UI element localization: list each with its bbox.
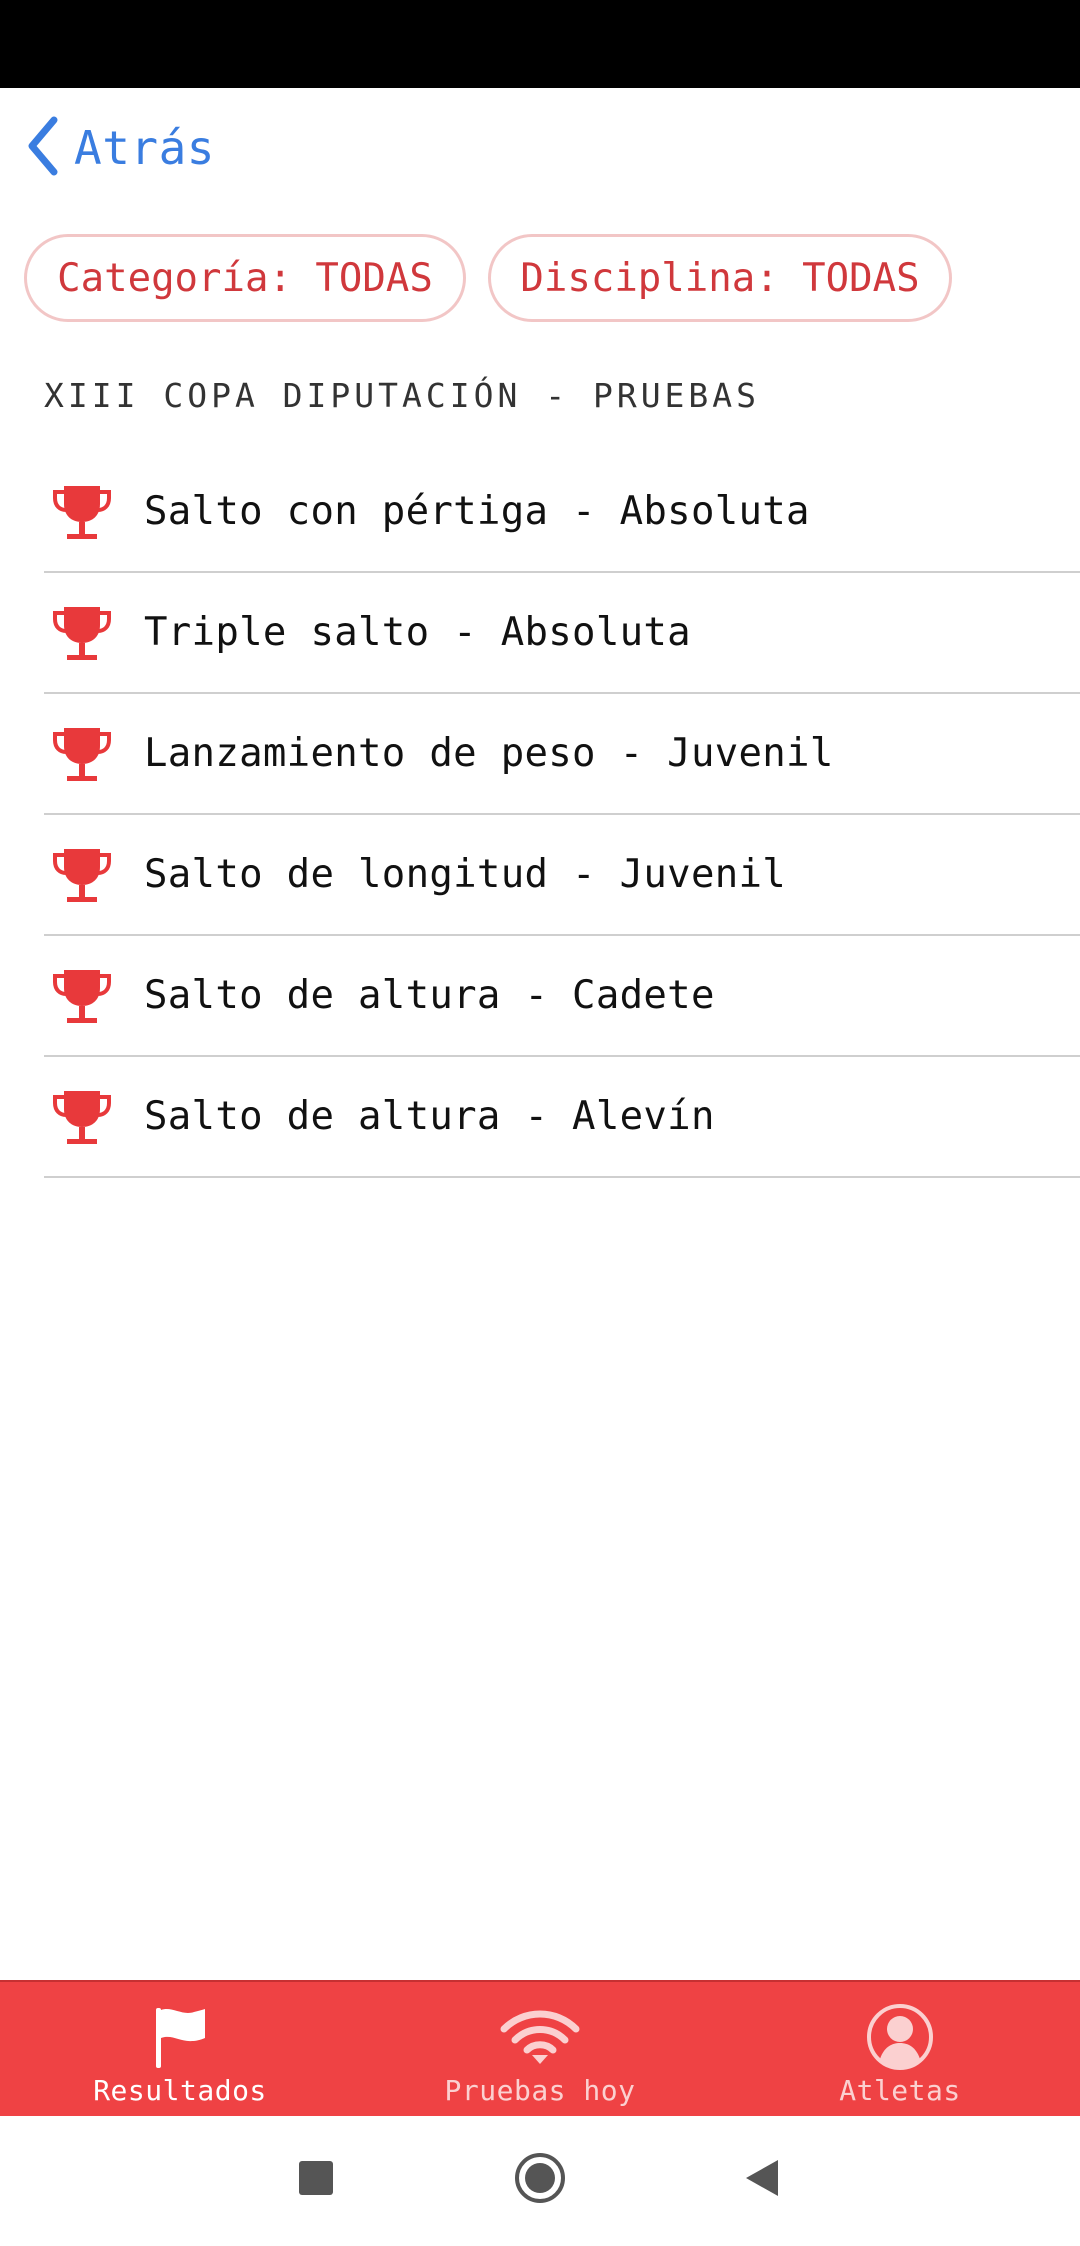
flag-icon <box>140 2002 220 2072</box>
tab-pruebas-hoy[interactable]: Pruebas hoy <box>420 1982 660 2118</box>
home-button[interactable] <box>508 2148 572 2212</box>
event-item-salto-altura-alevin[interactable]: Salto de altura - Alevín <box>44 1057 1080 1178</box>
square-icon <box>299 2161 333 2199</box>
trophy-icon <box>50 480 114 544</box>
user-icon <box>860 2002 940 2072</box>
section-title: XIII COPA DIPUTACIÓN - PRUEBAS <box>44 376 761 415</box>
bottom-tab-bar: Resultados Pruebas hoy Atletas <box>0 1980 1080 2116</box>
system-back-button[interactable] <box>730 2148 794 2212</box>
trophy-icon <box>50 843 114 907</box>
tab-label: Atletas <box>839 2074 961 2107</box>
event-label: Lanzamiento de peso - Juvenil <box>144 731 834 776</box>
event-label: Salto con pértiga - Absoluta <box>144 489 810 534</box>
trophy-icon <box>50 964 114 1028</box>
wifi-icon <box>500 2002 580 2072</box>
system-nav-bar <box>0 2116 1080 2246</box>
event-item-salto-altura-cadete[interactable]: Salto de altura - Cadete <box>44 936 1080 1057</box>
event-item-salto-longitud-juvenil[interactable]: Salto de longitud - Juvenil <box>44 815 1080 936</box>
tab-label: Pruebas hoy <box>444 2074 636 2107</box>
category-filter-chip[interactable]: Categoría: TODAS <box>24 234 466 322</box>
tab-resultados[interactable]: Resultados <box>60 1982 300 2118</box>
trophy-icon <box>50 1085 114 1149</box>
back-button[interactable]: Atrás <box>24 112 215 184</box>
event-label: Salto de altura - Cadete <box>144 973 715 1018</box>
event-item-triple-salto-absoluta[interactable]: Triple salto - Absoluta <box>44 573 1080 694</box>
circle-icon <box>514 2152 566 2208</box>
tab-atletas[interactable]: Atletas <box>780 1982 1020 2118</box>
status-bar <box>0 0 1080 88</box>
event-list: Salto con pértiga - Absoluta Triple salt… <box>44 452 1080 1178</box>
discipline-filter-chip[interactable]: Disciplina: TODAS <box>488 234 952 322</box>
chevron-left-icon <box>24 116 60 180</box>
event-label: Salto de altura - Alevín <box>144 1094 715 1139</box>
recent-apps-button[interactable] <box>284 2148 348 2212</box>
back-label: Atrás <box>74 121 215 175</box>
event-item-lanzamiento-peso-juvenil[interactable]: Lanzamiento de peso - Juvenil <box>44 694 1080 815</box>
tab-label: Resultados <box>93 2074 267 2107</box>
event-label: Triple salto - Absoluta <box>144 610 691 655</box>
event-item-salto-pertiga-absoluta[interactable]: Salto con pértiga - Absoluta <box>44 452 1080 573</box>
triangle-back-icon <box>744 2158 780 2202</box>
trophy-icon <box>50 601 114 665</box>
event-label: Salto de longitud - Juvenil <box>144 852 787 897</box>
trophy-icon <box>50 722 114 786</box>
